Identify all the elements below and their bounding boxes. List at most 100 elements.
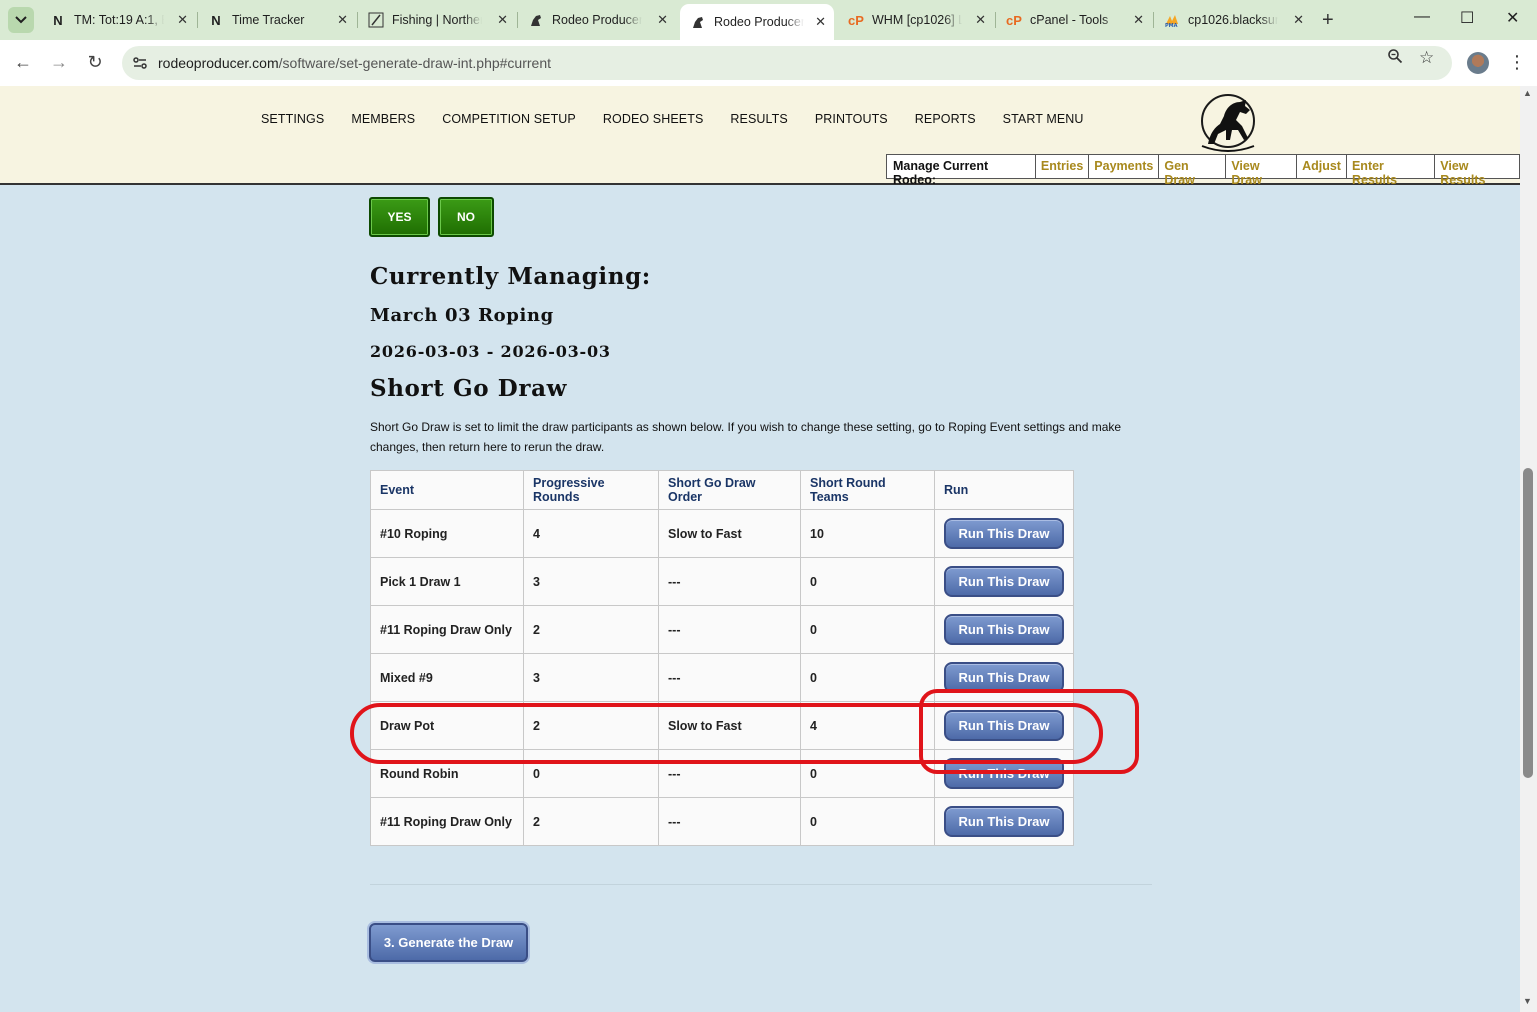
bookmark-star-icon[interactable]: ☆ xyxy=(1419,48,1434,68)
profile-avatar[interactable] xyxy=(1467,52,1489,74)
short-go-description: Short Go Draw is set to limit the draw p… xyxy=(370,420,1122,454)
site-settings-icon[interactable] xyxy=(132,55,148,71)
cell-rounds: 3 xyxy=(523,653,659,702)
run-this-draw-button[interactable]: Run This Draw xyxy=(944,518,1064,549)
table-row: #11 Roping Draw Only 2 --- 0 Run This Dr… xyxy=(370,797,1074,846)
cell-teams: 0 xyxy=(800,557,935,606)
nav-rodeo-sheets[interactable]: RODEO SHEETS xyxy=(603,112,704,126)
tab-title: Rodeo Producer xyxy=(552,13,642,27)
close-window-icon[interactable]: ✕ xyxy=(1506,8,1519,28)
browser-menu-icon[interactable]: ⋮ xyxy=(1508,52,1526,73)
new-tab-icon[interactable]: + xyxy=(1322,9,1334,32)
cell-event: Mixed #9 xyxy=(370,653,524,702)
reload-icon[interactable]: ↻ xyxy=(84,52,106,73)
manage-link-view-results[interactable]: View Results xyxy=(1435,155,1519,187)
table-row: #10 Roping 4 Slow to Fast 10 Run This Dr… xyxy=(370,509,1074,558)
nav-start-menu[interactable]: START MENU xyxy=(1003,112,1084,126)
close-icon[interactable]: ✕ xyxy=(657,12,668,28)
nav-competition-setup[interactable]: COMPETITION SETUP xyxy=(442,112,576,126)
rodeo-name: March 03 Roping xyxy=(370,305,554,326)
manage-link-gen-draw[interactable]: Gen Draw xyxy=(1159,155,1227,187)
browser-tab[interactable]: N TM: Tot:19 A:1, B ✕ xyxy=(40,6,196,34)
tab-title: Rodeo Producer xyxy=(714,15,804,29)
tab-title: TM: Tot:19 A:1, B xyxy=(74,13,164,27)
nav-printouts[interactable]: PRINTOUTS xyxy=(815,112,888,126)
column-header-event: Event xyxy=(370,470,524,510)
manage-link-entries[interactable]: Entries xyxy=(1036,155,1090,178)
main-nav: SETTINGS MEMBERS COMPETITION SETUP RODEO… xyxy=(261,112,1111,126)
close-icon[interactable]: ✕ xyxy=(1293,12,1304,28)
run-this-draw-button[interactable]: Run This Draw xyxy=(944,566,1064,597)
cell-rounds: 4 xyxy=(523,509,659,558)
cell-rounds: 2 xyxy=(523,797,659,846)
phpmyadmin-icon: PMA xyxy=(1164,12,1180,28)
nav-members[interactable]: MEMBERS xyxy=(351,112,415,126)
browser-tab[interactable]: Rodeo Producer ✕ xyxy=(518,6,676,34)
rodeo-icon xyxy=(690,14,706,30)
close-icon[interactable]: ✕ xyxy=(497,12,508,28)
tab-title: WHM [cp1026] L xyxy=(872,13,962,27)
scrollbar-thumb[interactable] xyxy=(1523,468,1533,778)
minimize-icon[interactable]: — xyxy=(1414,8,1430,26)
short-go-draw-table: Event Progressive Rounds Short Go Draw O… xyxy=(370,470,1074,846)
table-header-row: Event Progressive Rounds Short Go Draw O… xyxy=(370,470,1074,510)
browser-tab-active[interactable]: Rodeo Producer ✕ xyxy=(680,4,834,40)
manage-link-view-draw[interactable]: View Draw xyxy=(1226,155,1298,187)
notion-icon: N xyxy=(53,12,63,28)
fishing-icon xyxy=(368,12,384,28)
back-icon[interactable]: ← xyxy=(12,52,34,73)
cell-teams: 0 xyxy=(800,605,935,654)
forward-icon[interactable]: → xyxy=(48,52,70,73)
tab-search-button[interactable] xyxy=(8,7,34,33)
close-icon[interactable]: ✕ xyxy=(1133,12,1144,28)
nav-settings[interactable]: SETTINGS xyxy=(261,112,324,126)
column-header-progressive-rounds: Progressive Rounds xyxy=(523,470,659,510)
browser-toolbar: ← → ↻ rodeoproducer.com/software/set-gen… xyxy=(0,40,1537,86)
yes-button[interactable]: YES xyxy=(369,197,430,237)
section-divider xyxy=(370,884,1152,885)
notion-icon: N xyxy=(211,12,221,28)
svg-text:PMA: PMA xyxy=(1165,23,1178,28)
browser-tab[interactable]: PMA cp1026.blacksun ✕ xyxy=(1154,6,1312,34)
nav-results[interactable]: RESULTS xyxy=(730,112,787,126)
nav-reports[interactable]: REPORTS xyxy=(915,112,976,126)
address-bar[interactable]: rodeoproducer.com/software/set-generate-… xyxy=(122,46,1452,80)
cell-order: --- xyxy=(658,557,801,606)
cell-teams: 10 xyxy=(800,509,935,558)
browser-tab[interactable]: cP cPanel - Tools ✕ xyxy=(996,6,1152,34)
rodeo-icon xyxy=(528,12,544,28)
tab-title: Time Tracker xyxy=(232,13,305,27)
column-header-draw-order: Short Go Draw Order xyxy=(658,470,801,510)
close-icon[interactable]: ✕ xyxy=(815,14,826,30)
scroll-up-icon[interactable]: ▲ xyxy=(1523,88,1532,98)
chevron-down-icon xyxy=(15,16,27,24)
close-icon[interactable]: ✕ xyxy=(177,12,188,28)
cell-run: Run This Draw xyxy=(934,797,1074,846)
no-button[interactable]: NO xyxy=(438,197,494,237)
manage-current-rodeo-bar: Manage Current Rodeo: Entries Payments G… xyxy=(886,154,1520,187)
maximize-icon[interactable]: ☐ xyxy=(1460,8,1474,28)
currently-managing-heading: Currently Managing: xyxy=(370,263,651,290)
manage-link-payments[interactable]: Payments xyxy=(1089,155,1160,178)
cell-teams: 0 xyxy=(800,797,935,846)
rodeo-producer-logo[interactable] xyxy=(1190,94,1266,154)
cell-event: #10 Roping xyxy=(370,509,524,558)
cpanel-icon: cP xyxy=(1006,12,1022,28)
manage-link-adjust[interactable]: Adjust xyxy=(1297,155,1347,178)
run-this-draw-button[interactable]: Run This Draw xyxy=(944,806,1064,837)
page-scrollbar[interactable]: ▲ ▼ xyxy=(1520,86,1537,1012)
close-icon[interactable]: ✕ xyxy=(975,12,986,28)
zoom-icon[interactable] xyxy=(1387,48,1403,69)
browser-tab[interactable]: cP WHM [cp1026] L ✕ xyxy=(838,6,994,34)
cell-order: --- xyxy=(658,653,801,702)
generate-draw-button[interactable]: 3. Generate the Draw xyxy=(369,923,528,962)
browser-tab[interactable]: Fishing | Northern ✕ xyxy=(358,6,516,34)
annotation-highlight-button xyxy=(919,689,1139,774)
run-this-draw-button[interactable]: Run This Draw xyxy=(944,614,1064,645)
browser-tab[interactable]: N Time Tracker ✕ xyxy=(198,6,356,34)
manage-link-enter-results[interactable]: Enter Results xyxy=(1347,155,1436,187)
tab-title: Fishing | Northern xyxy=(392,13,482,27)
main-content: YES NO Currently Managing: March 03 Ropi… xyxy=(0,187,1520,1012)
scroll-down-icon[interactable]: ▼ xyxy=(1523,996,1532,1006)
close-icon[interactable]: ✕ xyxy=(337,12,348,28)
